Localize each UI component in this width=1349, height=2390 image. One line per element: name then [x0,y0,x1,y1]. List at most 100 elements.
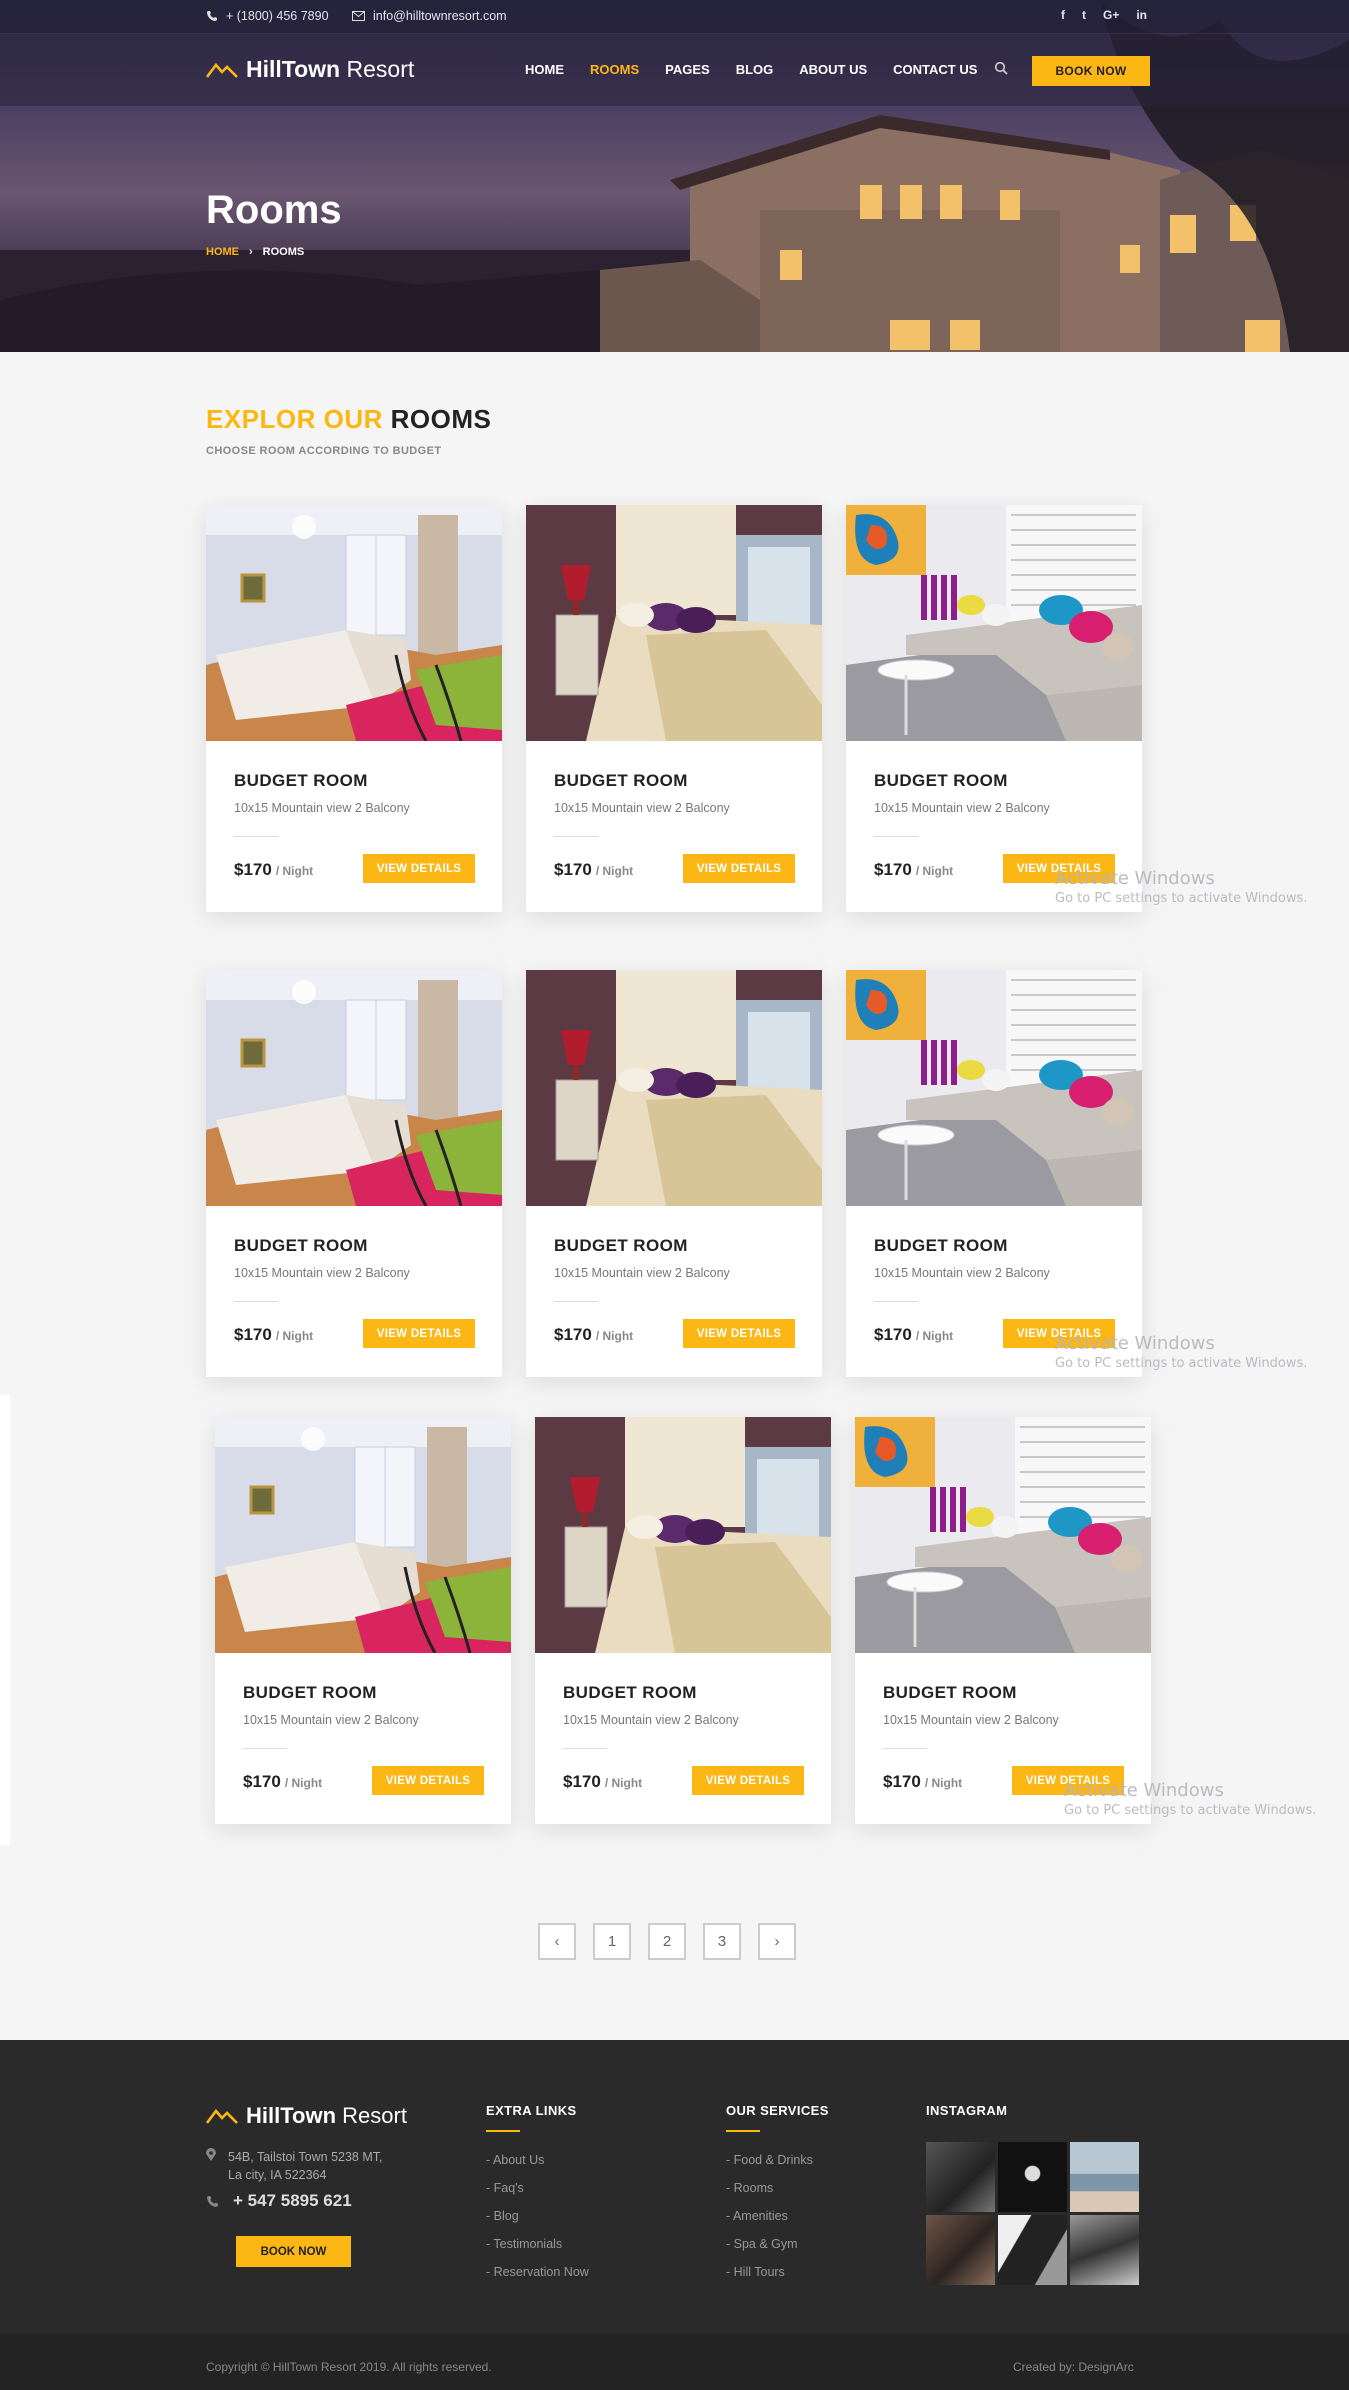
service-hill-tours[interactable]: - Hill Tours [726,2258,829,2286]
footer-link-about-us[interactable]: - About Us [486,2146,589,2174]
room-description: 10x15 Mountain view 2 Balcony [234,1266,410,1280]
pagination-page-3[interactable]: 3 [703,1923,741,1960]
nav-pages[interactable]: PAGES [665,62,710,77]
credit-text[interactable]: Created by: DesignArc [1013,2360,1134,2374]
room-image[interactable] [855,1417,1151,1653]
room-name[interactable]: BUDGET ROOM [554,771,688,791]
nav-home[interactable]: HOME [525,62,564,77]
search-icon[interactable] [994,61,1008,75]
breadcrumb-home[interactable]: HOME [206,246,239,258]
pagination-prev-button[interactable]: ‹ [538,1923,576,1960]
twitter-icon[interactable]: t [1082,8,1086,22]
instagram-photo[interactable] [1070,2215,1139,2285]
watermark-line1: Activate Windows [1055,1333,1215,1354]
price-unit: / Night [595,864,634,878]
view-details-button[interactable]: VIEW DETAILS [372,1766,484,1795]
extra-links-title: EXTRA LINKS [486,2103,577,2118]
site-logo[interactable]: HillTown Resort [206,56,414,83]
section-title: EXPLOR OUR ROOMS [206,404,491,435]
nav-about-us[interactable]: ABOUT US [799,62,867,77]
nav-rooms[interactable]: ROOMS [590,62,639,77]
hero-banner: + (1800) 456 7890 info@hilltownresort.co… [0,0,1349,352]
view-details-button[interactable]: VIEW DETAILS [363,1319,475,1348]
room-description: 10x15 Mountain view 2 Balcony [563,1713,739,1727]
room-name[interactable]: BUDGET ROOM [243,1683,377,1703]
view-details-button[interactable]: VIEW DETAILS [683,1319,795,1348]
room-image[interactable] [526,505,822,741]
service-rooms[interactable]: - Rooms [726,2174,829,2202]
pagination-next-button[interactable]: › [758,1923,796,1960]
room-name[interactable]: BUDGET ROOM [874,771,1008,791]
section-subtitle: CHOOSE ROOM ACCORDING TO BUDGET [206,445,442,457]
room-photo-queen-bed [526,505,822,741]
footer-logo[interactable]: HillTown Resort [206,2103,407,2129]
title-underline [726,2130,760,2132]
mountain-logo-icon [206,2108,238,2124]
room-image[interactable] [846,505,1142,741]
service-amenities[interactable]: - Amenities [726,2202,829,2230]
phone-contact[interactable]: + (1800) 456 7890 [206,9,329,23]
room-name[interactable]: BUDGET ROOM [874,1236,1008,1256]
room-image[interactable] [206,970,502,1206]
view-details-button[interactable]: VIEW DETAILS [683,854,795,883]
copyright-text: Copyright © HillTown Resort 2019. All ri… [206,2360,492,2374]
price-value: $170 [883,1772,921,1791]
room-image[interactable] [206,505,502,741]
room-name[interactable]: BUDGET ROOM [563,1683,697,1703]
top-bar: + (1800) 456 7890 info@hilltownresort.co… [0,0,1349,34]
room-description: 10x15 Mountain view 2 Balcony [554,1266,730,1280]
instagram-photo[interactable] [926,2142,995,2212]
watermark-line2: Go to PC settings to activate Windows. [1064,1803,1317,1818]
room-price: $170/ Night [883,1772,962,1792]
facebook-icon[interactable]: f [1061,8,1065,22]
room-price: $170/ Night [874,860,953,880]
linkedin-icon[interactable]: in [1136,8,1147,22]
footer-book-now-button[interactable]: BOOK NOW [236,2236,351,2267]
room-card: BUDGET ROOM 10x15 Mountain view 2 Balcon… [855,1417,1151,1824]
google-plus-icon[interactable]: G+ [1103,8,1119,22]
footer-link-faqs[interactable]: - Faq's [486,2174,589,2202]
room-image[interactable] [535,1417,831,1653]
room-name[interactable]: BUDGET ROOM [883,1683,1017,1703]
activate-windows-watermark: Activate Windows Go to PC settings to ac… [1055,868,1307,906]
room-name[interactable]: BUDGET ROOM [554,1236,688,1256]
room-image[interactable] [846,970,1142,1206]
price-value: $170 [874,1325,912,1344]
pagination-page-2[interactable]: 2 [648,1923,686,1960]
room-image[interactable] [526,970,822,1206]
room-card: BUDGET ROOM 10x15 Mountain view 2 Balcon… [526,970,822,1377]
book-now-button[interactable]: BOOK NOW [1032,56,1150,86]
watermark-line2: Go to PC settings to activate Windows. [1055,891,1308,906]
instagram-photo[interactable] [998,2215,1067,2285]
room-name[interactable]: BUDGET ROOM [234,771,368,791]
view-details-button[interactable]: VIEW DETAILS [692,1766,804,1795]
instagram-photo[interactable] [1070,2142,1139,2212]
footer-link-reservation[interactable]: - Reservation Now [486,2258,589,2286]
footer-phone-text: + 547 5895 621 [233,2191,352,2210]
service-food-drinks[interactable]: - Food & Drinks [726,2146,829,2174]
email-contact[interactable]: info@hilltownresort.com [352,9,507,23]
divider [554,836,598,837]
room-photo-lounge-sofa [855,1417,1151,1653]
view-details-button[interactable]: VIEW DETAILS [363,854,475,883]
room-price: $170/ Night [563,1772,642,1792]
instagram-photo[interactable] [926,2215,995,2285]
instagram-photo[interactable] [998,2142,1067,2212]
room-image[interactable] [215,1417,511,1653]
logo-light: Resort [346,56,415,82]
page: + (1800) 456 7890 info@hilltownresort.co… [0,0,1349,2390]
pagination-page-1[interactable]: 1 [593,1923,631,1960]
nav-blog[interactable]: BLOG [736,62,774,77]
pagination: ‹ 1 2 3 › [538,1923,796,1960]
title-underline [486,2130,520,2132]
price-value: $170 [243,1772,281,1791]
footer-link-testimonials[interactable]: - Testimonials [486,2230,589,2258]
nav-contact-us[interactable]: CONTACT US [893,62,977,77]
instagram-grid [926,2142,1139,2285]
room-name[interactable]: BUDGET ROOM [234,1236,368,1256]
room-price: $170/ Night [234,1325,313,1345]
room-card: BUDGET ROOM 10x15 Mountain view 2 Balcon… [526,505,822,912]
page-title: Rooms [206,188,342,232]
service-spa-gym[interactable]: - Spa & Gym [726,2230,829,2258]
footer-link-blog[interactable]: - Blog [486,2202,589,2230]
